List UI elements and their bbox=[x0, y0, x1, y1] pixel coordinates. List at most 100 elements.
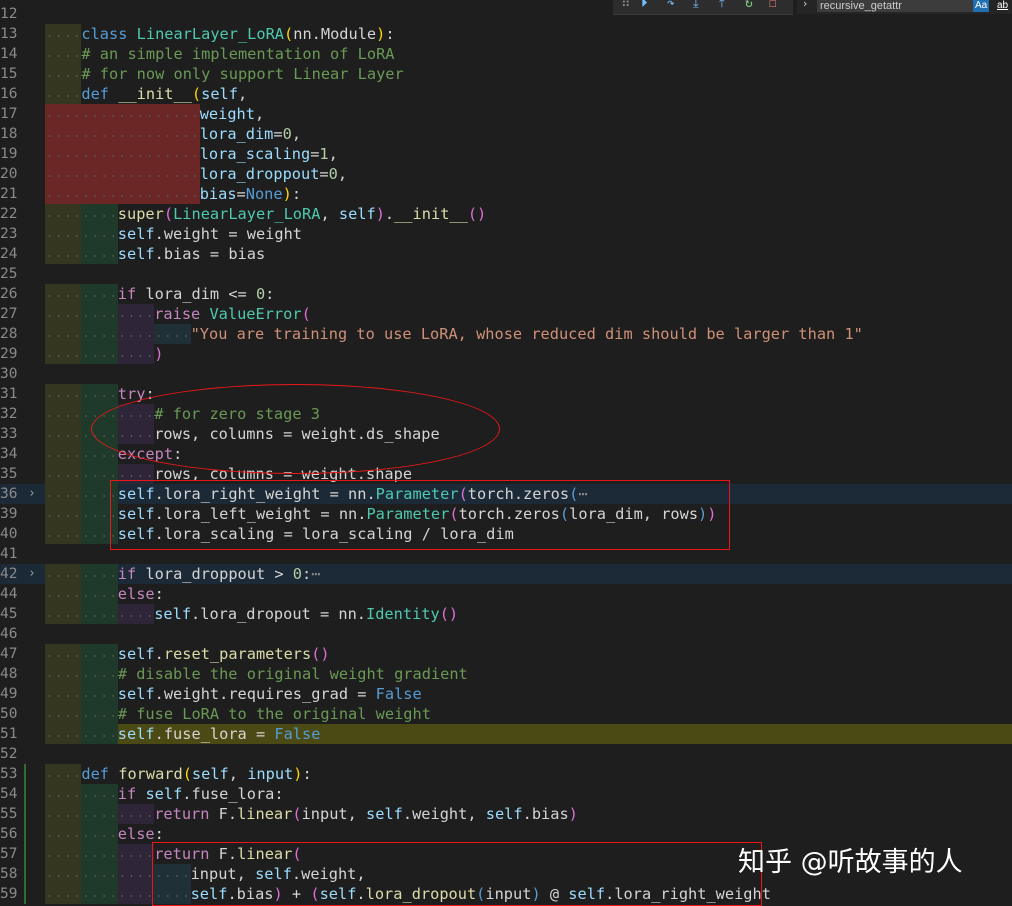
fold-chevron-icon[interactable]: › bbox=[28, 484, 40, 504]
code-line[interactable]: 52 bbox=[0, 744, 1012, 764]
indent-guide bbox=[45, 884, 82, 904]
code-line[interactable]: 40 self.lora_scaling = lora_scaling / lor… bbox=[0, 524, 1012, 544]
code-line[interactable]: 50 # fuse LoRA to the original weight bbox=[0, 704, 1012, 724]
code-line[interactable]: 28 "You are training to use LoRA, whose r… bbox=[0, 324, 1012, 344]
code-line[interactable]: 36 › self.lora_right_weight = nn.Parameter… bbox=[0, 484, 1012, 504]
code-line[interactable]: 32 # for zero stage 3 bbox=[0, 404, 1012, 424]
find-input[interactable]: recursive_getattr bbox=[817, 0, 973, 12]
indent-guide bbox=[45, 564, 82, 584]
code-line[interactable]: 53 def forward(self, input): bbox=[0, 764, 1012, 784]
code-line[interactable]: 29) bbox=[0, 344, 1012, 364]
code-line[interactable]: 23 self.weight = weight bbox=[0, 224, 1012, 244]
code-text: self.weight = weight bbox=[118, 224, 302, 244]
code-content: self.weight.requires_grad = False bbox=[45, 684, 1012, 704]
code-token: : bbox=[302, 565, 312, 583]
code-line[interactable]: 54 if self.fuse_lora: bbox=[0, 784, 1012, 804]
code-line[interactable]: 30 bbox=[0, 364, 1012, 384]
chevron-right-icon[interactable]: › bbox=[803, 0, 807, 10]
code-line[interactable]: 48 # disable the original weight gradient bbox=[0, 664, 1012, 684]
code-line[interactable]: 19 lora_scaling=1, bbox=[0, 144, 1012, 164]
code-line[interactable]: 16 def __init__(self, bbox=[0, 84, 1012, 104]
continue-icon[interactable]: ⏵ bbox=[641, 0, 648, 11]
code-content: def forward(self, input): bbox=[45, 764, 1012, 784]
code-token: () bbox=[467, 205, 487, 223]
code-line[interactable]: 33 rows, columns = weight.ds_shape bbox=[0, 424, 1012, 444]
drag-handle-icon[interactable]: ⠿ bbox=[621, 0, 631, 11]
code-line[interactable]: 45 self.lora_dropout = nn.Identity() bbox=[0, 604, 1012, 624]
code-content: rows, columns = weight.ds_shape bbox=[45, 424, 1012, 444]
step-out-icon[interactable]: ⤒ bbox=[719, 0, 725, 11]
line-number: 18 bbox=[0, 126, 18, 142]
whitespace-dots bbox=[45, 835, 118, 837]
code-token: input, bbox=[301, 805, 367, 823]
code-token: def bbox=[81, 765, 119, 783]
code-line[interactable]: 18 lora_dim=0, bbox=[0, 124, 1012, 144]
line-number: 25 bbox=[0, 266, 18, 282]
code-line[interactable]: 26 if lora_dim <= 0: bbox=[0, 284, 1012, 304]
code-line[interactable]: 56 else: bbox=[0, 824, 1012, 844]
code-token: __init__ bbox=[118, 85, 192, 103]
stop-icon[interactable]: ☐ bbox=[769, 0, 777, 11]
code-content: raise ValueError( bbox=[45, 304, 1012, 324]
code-token: ( bbox=[559, 505, 570, 523]
indent-guide bbox=[154, 324, 191, 344]
step-over-icon[interactable]: ↷ bbox=[667, 0, 675, 11]
code-content: return F.linear(input, self.weight, self… bbox=[45, 804, 1012, 824]
code-editor[interactable]: 12 13 class LinearLayer_LoRA(nn.Module): 14… bbox=[0, 0, 1012, 906]
code-line[interactable]: 39 self.lora_left_weight = nn.Parameter(t… bbox=[0, 504, 1012, 524]
code-line[interactable]: 17 weight, bbox=[0, 104, 1012, 124]
code-line[interactable]: 24 self.bias = bias bbox=[0, 244, 1012, 264]
code-line[interactable]: 34 except: bbox=[0, 444, 1012, 464]
code-line[interactable]: 14 # an simple implementation of LoRA bbox=[0, 44, 1012, 64]
code-text: self.lora_left_weight = nn.Parameter(tor… bbox=[118, 504, 717, 524]
code-line[interactable]: 13 class LinearLayer_LoRA(nn.Module): bbox=[0, 24, 1012, 44]
code-line[interactable]: 15 # for now only support Linear Layer bbox=[0, 64, 1012, 84]
step-into-icon[interactable]: ⤓ bbox=[693, 0, 699, 11]
code-token: weight bbox=[199, 105, 255, 123]
code-line[interactable]: 46 bbox=[0, 624, 1012, 644]
code-line[interactable]: 51 self.fuse_lora = False bbox=[0, 724, 1012, 744]
code-content: super(LinearLayer_LoRA, self).__init__() bbox=[45, 204, 1012, 224]
code-line[interactable]: 31 try: bbox=[0, 384, 1012, 404]
indent-guide bbox=[81, 524, 118, 544]
code-content: else: bbox=[45, 584, 1012, 604]
code-token: except bbox=[117, 445, 174, 463]
code-line[interactable]: 44 else: bbox=[0, 584, 1012, 604]
code-line[interactable]: 21 bias=None): bbox=[0, 184, 1012, 204]
code-token: : bbox=[154, 585, 164, 603]
fold-chevron-icon[interactable]: › bbox=[28, 564, 40, 584]
whole-word-toggle[interactable]: ab bbox=[995, 0, 1010, 12]
indent-guide bbox=[45, 484, 82, 504]
line-number: 16 bbox=[0, 86, 18, 102]
code-token: ) bbox=[531, 885, 541, 903]
code-line[interactable]: 42 › if lora_droppout > 0:⋯ bbox=[0, 564, 1012, 584]
line-number: 34 bbox=[0, 446, 18, 462]
folded-ellipsis-icon[interactable]: ⋯ bbox=[578, 485, 587, 503]
code-content: lora_dim=0, bbox=[45, 124, 1012, 144]
code-line[interactable]: 41 bbox=[0, 544, 1012, 564]
code-token: __init__ bbox=[394, 205, 468, 223]
code-line[interactable]: 22 super(LinearLayer_LoRA, self).__init__… bbox=[0, 204, 1012, 224]
indent-guide bbox=[45, 244, 82, 264]
indent-guide bbox=[81, 564, 118, 584]
code-token: , bbox=[328, 145, 338, 163]
whitespace-dots bbox=[45, 875, 191, 877]
code-line[interactable]: 20 lora_droppout=0, bbox=[0, 164, 1012, 184]
code-line[interactable]: 55 return F.linear(input, self.weight, se… bbox=[0, 804, 1012, 824]
code-token: else bbox=[117, 825, 155, 843]
code-content bbox=[45, 364, 1012, 384]
code-line[interactable]: 59 self.bias) + (self.lora_dropout(input)… bbox=[0, 884, 1012, 904]
code-line[interactable]: 27 raise ValueError( bbox=[0, 304, 1012, 324]
folded-ellipsis-icon[interactable]: ⋯ bbox=[311, 565, 320, 583]
indent-guide bbox=[117, 844, 155, 864]
code-content: self.lora_dropout = nn.Identity() bbox=[45, 604, 1012, 624]
code-content: ) bbox=[45, 344, 1012, 364]
code-line[interactable]: 47 self.reset_parameters() bbox=[0, 644, 1012, 664]
code-line[interactable]: 35 rows, columns = weight.shape bbox=[0, 464, 1012, 484]
code-line[interactable]: 49 self.weight.requires_grad = False bbox=[0, 684, 1012, 704]
match-case-toggle[interactable]: Aa bbox=[973, 0, 990, 12]
code-line[interactable]: 25 bbox=[0, 264, 1012, 284]
code-token: False bbox=[274, 725, 321, 743]
code-token: self bbox=[117, 685, 155, 703]
restart-icon[interactable]: ↻ bbox=[745, 0, 753, 11]
